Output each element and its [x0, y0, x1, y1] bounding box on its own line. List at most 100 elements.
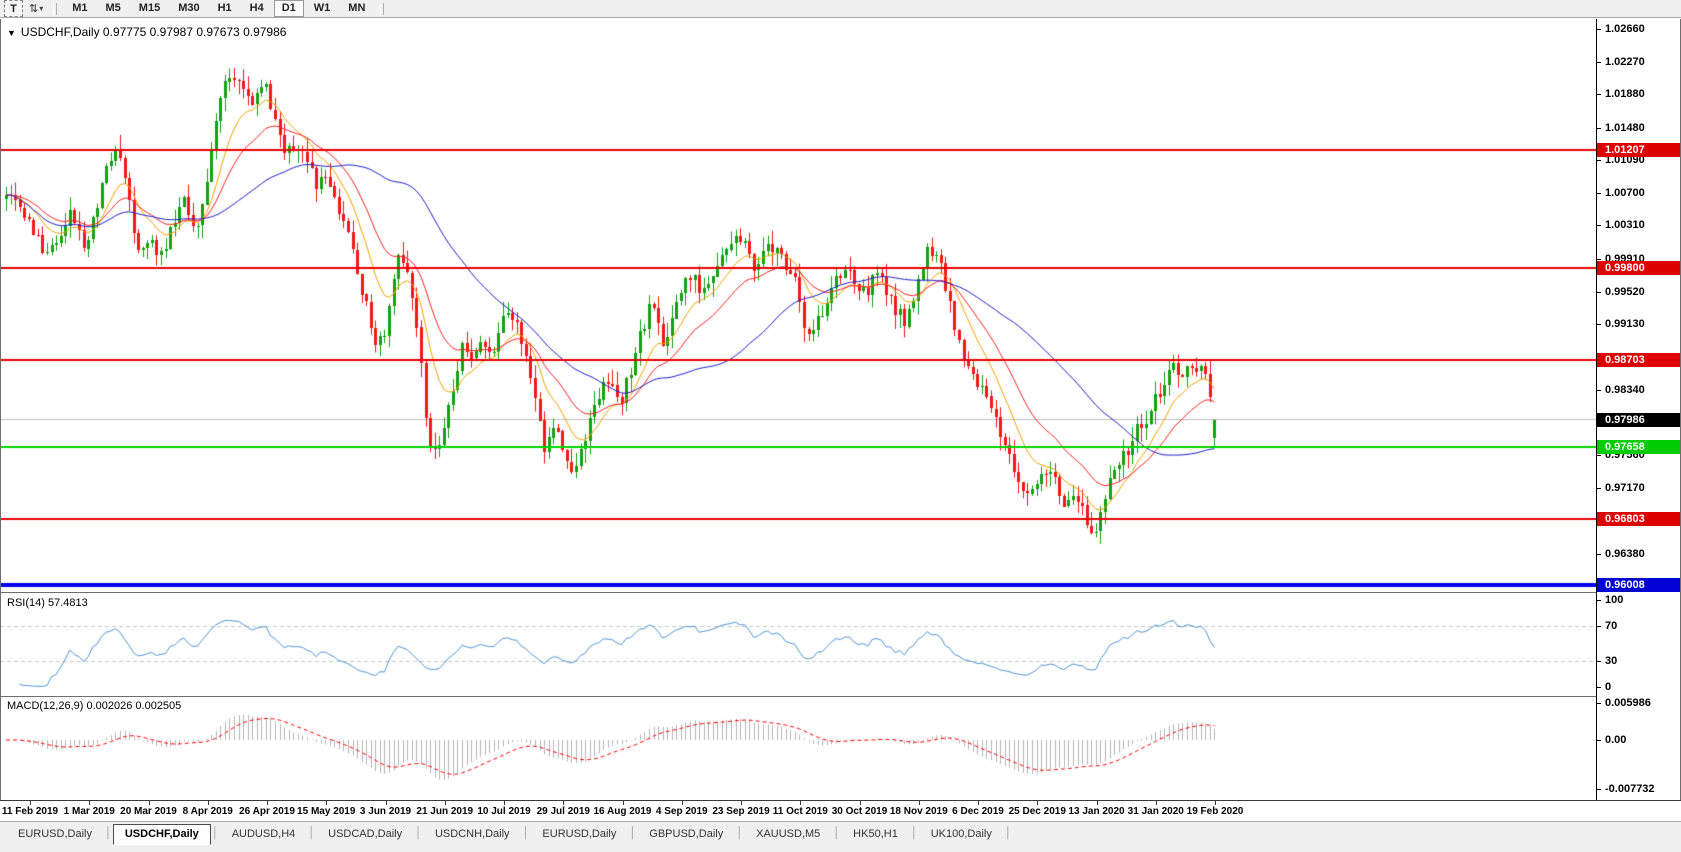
date-axis[interactable]: 11 Feb 2019 1 Mar 2019 20 Mar 2019 8 Apr 20… [0, 800, 1681, 821]
timeframe-button-m15[interactable]: M15 [131, 0, 168, 17]
rsi-label: RSI(14) 57.4813 [7, 597, 88, 609]
date-label: 1 Mar 2019 [63, 806, 115, 817]
chart-tab-bar: EURUSD,Daily │ USDCHF,Daily │ AUDUSD,H4 │ USDC… [0, 821, 1681, 852]
up-down-arrows-icon: ⇅ [29, 3, 38, 15]
axis-tick [1597, 687, 1601, 688]
axis-tick [1597, 29, 1601, 30]
date-label: 3 Jun 2019 [359, 806, 412, 817]
date-label: 19 Feb 2020 [1186, 806, 1244, 817]
macd-axis-label: 0.00 [1605, 734, 1627, 746]
tab-separator: │ [736, 827, 744, 839]
axis-tick [1597, 61, 1601, 63]
price-badge-1_01207: 1.01207 [1597, 143, 1681, 158]
chart-title-text: USDCHF,Daily 0.97775 0.97987 0.97673 0.9… [20, 25, 287, 39]
macd-axis-label: -0.007732 [1605, 783, 1655, 795]
date-label: 18 Nov 2019 [889, 806, 948, 817]
axis-tick [1597, 660, 1601, 662]
rsi-axis-label: 70 [1605, 620, 1618, 633]
timeframe-button-m1[interactable]: M1 [64, 0, 95, 17]
cursor-mode-button[interactable]: ⇅ ▾ [29, 2, 43, 15]
date-tick [1037, 801, 1039, 805]
axis-tick [1597, 554, 1601, 556]
axis-tick [1597, 703, 1601, 704]
axis-tick [1597, 626, 1601, 628]
date-label: 16 Aug 2019 [593, 806, 652, 817]
axis-tick [1597, 160, 1601, 162]
tab-xauusd-m5[interactable]: XAUUSD,M5 [744, 824, 832, 845]
tab-separator: │ [629, 827, 637, 839]
date-tick [681, 801, 683, 805]
axis-tick [1597, 225, 1601, 227]
price-axis-label: 0.96380 [1605, 548, 1645, 561]
axis-tick [1597, 94, 1601, 96]
date-label: 4 Sep 2019 [655, 806, 708, 817]
rsi-canvas[interactable] [0, 593, 1596, 696]
tab-audusd-h4[interactable]: AUDUSD,H4 [220, 824, 308, 845]
date-tick [918, 801, 920, 805]
date-tick [741, 801, 742, 805]
tab-separator: │ [910, 827, 918, 839]
macd-canvas[interactable] [0, 697, 1596, 800]
date-tick [444, 801, 446, 805]
main-chart-pane: ▼ USDCHF,Daily 0.97775 0.97987 0.97673 0.… [0, 19, 1596, 591]
toolbar: T ⇅ ▾ M1 M5 M15 M30 H1 H4 D1 W1 MN [0, 0, 1681, 18]
tab-hk50-h1[interactable]: HK50,H1 [841, 824, 910, 845]
timeframe-button-h4[interactable]: H4 [242, 0, 272, 17]
date-label: 13 Jan 2020 [1068, 806, 1125, 817]
price-axis[interactable]: 1.02660 1.02270 1.01880 1.01480 1.01090 1.007… [1596, 19, 1681, 800]
date-tick [1215, 801, 1216, 805]
price-axis-label: 1.00700 [1605, 186, 1645, 199]
tab-eurusd-daily[interactable]: EURUSD,Daily [6, 824, 104, 845]
axis-tick [1597, 789, 1601, 790]
date-tick [978, 801, 979, 805]
date-tick [563, 801, 565, 805]
date-label: 20 Mar 2019 [120, 806, 177, 817]
date-label: 25 Dec 2019 [1008, 806, 1066, 817]
axis-tick [1597, 291, 1601, 293]
date-label: 11 Feb 2019 [1, 806, 59, 817]
timeframe-button-mn[interactable]: MN [340, 0, 373, 17]
price-badge-0_96803: 0.96803 [1597, 511, 1681, 526]
date-tick [800, 801, 802, 805]
timeframe-button-m5[interactable]: M5 [98, 0, 129, 17]
tab-separator: │ [211, 827, 219, 839]
axis-tick [1597, 740, 1601, 741]
date-label: 23 Sep 2019 [712, 806, 770, 817]
price-badge-0_99800: 0.99800 [1597, 261, 1681, 276]
macd-label: MACD(12,26,9) 0.002026 0.002505 [7, 700, 182, 712]
price-badge-0_97986: 0.97986 [1597, 412, 1681, 427]
price-axis-label: 1.01480 [1605, 121, 1645, 134]
price-axis-label: 0.99520 [1605, 285, 1645, 298]
symbol-dropdown-icon[interactable]: ▼ [7, 28, 16, 38]
tab-uk100-daily[interactable]: UK100,Daily [919, 824, 1004, 845]
axis-tick [1597, 390, 1601, 392]
date-tick [622, 801, 624, 805]
price-axis-label: 0.97170 [1605, 482, 1645, 495]
tab-usdcnh-daily[interactable]: USDCNH,Daily [423, 824, 522, 845]
tab-usdcad-daily[interactable]: USDCAD,Daily [316, 824, 414, 845]
timeframe-button-m30[interactable]: M30 [170, 0, 207, 17]
tab-separator: │ [833, 827, 841, 839]
date-label: 10 Jul 2019 [477, 806, 531, 817]
tab-gbpusd-daily[interactable]: GBPUSD,Daily [637, 824, 735, 845]
toolbar-grip[interactable] [53, 2, 58, 15]
timeframe-button-d1[interactable]: D1 [273, 0, 304, 17]
date-tick [1155, 801, 1157, 805]
date-label: 11 Oct 2019 [772, 806, 828, 817]
macd-pane: MACD(12,26,9) 0.002026 0.002505 [0, 697, 1596, 800]
date-tick [267, 801, 268, 805]
date-tick [148, 801, 150, 805]
toolbar-grip[interactable] [380, 2, 385, 15]
chevron-down-icon[interactable]: ▾ [39, 4, 43, 13]
text-tool-button[interactable]: T [4, 0, 23, 17]
date-label: 21 Jun 2019 [416, 806, 474, 817]
tab-usdchf-daily[interactable]: USDCHF,Daily [112, 824, 211, 845]
price-axis-label: 0.99130 [1605, 318, 1645, 331]
date-label: 8 Apr 2019 [182, 806, 233, 817]
main-chart-canvas[interactable] [0, 19, 1596, 591]
timeframe-button-w1[interactable]: W1 [306, 0, 339, 17]
rsi-pane: RSI(14) 57.4813 [0, 593, 1596, 696]
timeframe-button-h1[interactable]: H1 [210, 0, 240, 17]
tab-eurusd-daily[interactable]: EURUSD,Daily [530, 824, 628, 845]
timeframe-button-group: M1 M5 M15 M30 H1 H4 D1 W1 MN [63, 0, 374, 17]
